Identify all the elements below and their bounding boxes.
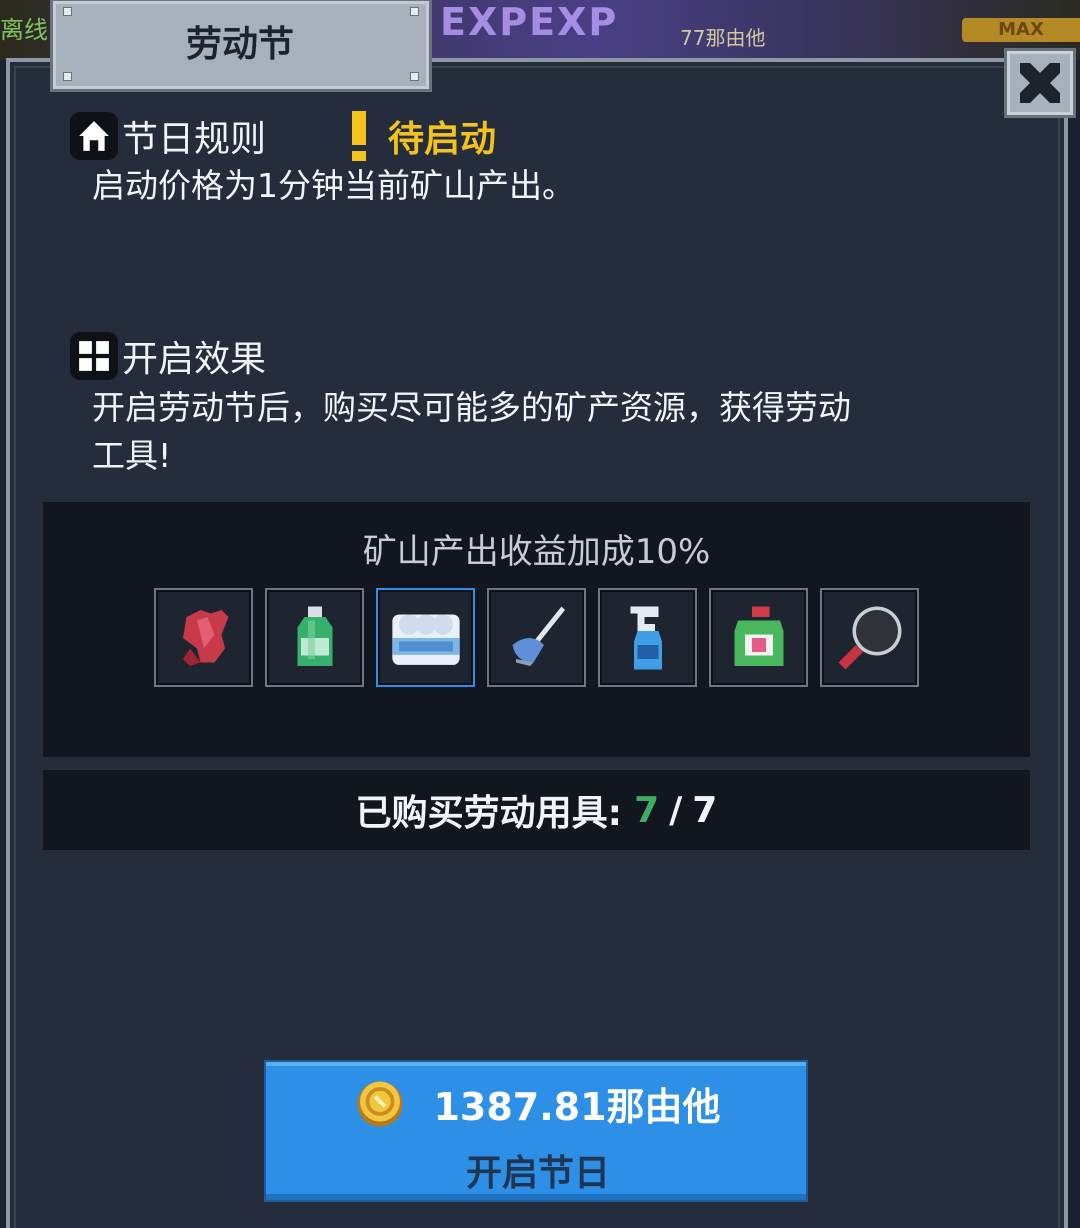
dish-soap-bottle-icon [297,606,332,666]
price-row: 1387.81那由他 [266,1076,810,1131]
status-text: 待启动 [388,119,497,160]
close-button[interactable] [1004,48,1076,118]
gold-coin-icon [357,1081,403,1126]
effect-title: 开启效果 [122,339,267,380]
tool-slot-toilet-paper[interactable] [376,588,475,687]
scrub-brush-icon [512,606,565,666]
start-button-label: 开启节日 [465,1153,610,1194]
background-offline-text: 离线 [0,16,48,44]
rubber-gloves-icon [182,609,228,666]
rivet [410,7,419,16]
close-x-icon [1020,63,1060,103]
tool-slot-detergent[interactable] [709,588,808,687]
purchased-separator: / [669,789,683,831]
purchased-label: 已购买劳动用具: [355,793,623,834]
effect-text-line1: 开启劳动节后，购买尽可能多的矿产资源，获得劳动 [92,388,851,427]
frying-pan-icon [838,606,901,669]
home-icon [70,112,118,160]
tool-slot-brush[interactable] [487,588,586,687]
dialog-title: 劳动节 [185,24,294,65]
max-badge: MAX [962,18,1080,42]
spray-bottle-icon [630,606,662,669]
rivet [410,72,419,81]
start-festival-button[interactable]: 1387.81那由他 开启节日 [264,1060,808,1202]
toilet-paper-pack-icon [391,613,460,665]
grid-icon [70,332,118,380]
purchased-have: 7 [634,789,660,831]
rules-title: 节日规则 [122,119,267,160]
purchased-total: 7 [692,789,718,831]
rules-text: 启动价格为1分钟当前矿山产出。 [92,166,575,205]
rivet [63,72,72,81]
tool-slot-spray[interactable] [598,588,697,687]
price-text: 1387.81那由他 [433,1085,721,1129]
tool-slot-pan[interactable] [820,588,919,687]
tool-slot-dish-soap[interactable] [265,588,364,687]
bonus-text: 矿山产出收益加成10% [362,532,711,572]
rules-header: 节日规则 [70,110,266,162]
purchased-count-bar: 已购买劳动用具: 7 / 7 [43,770,1030,850]
exclamation-icon [352,111,366,161]
detergent-jug-icon [734,606,783,666]
dialog-title-tab: 劳动节 [50,0,432,92]
status-indicator: 待启动 [352,110,496,162]
tool-slot-gloves[interactable] [154,588,253,687]
background-exp-text: EXPEXP [440,0,619,44]
effect-header: 开启效果 [70,330,266,382]
effect-text-line2: 工具! [92,436,172,475]
tool-list [154,588,919,687]
rivet [63,7,72,16]
background-sub-text: 77那由他 [680,26,766,50]
bonus-box: 矿山产出收益加成10% [43,502,1030,757]
